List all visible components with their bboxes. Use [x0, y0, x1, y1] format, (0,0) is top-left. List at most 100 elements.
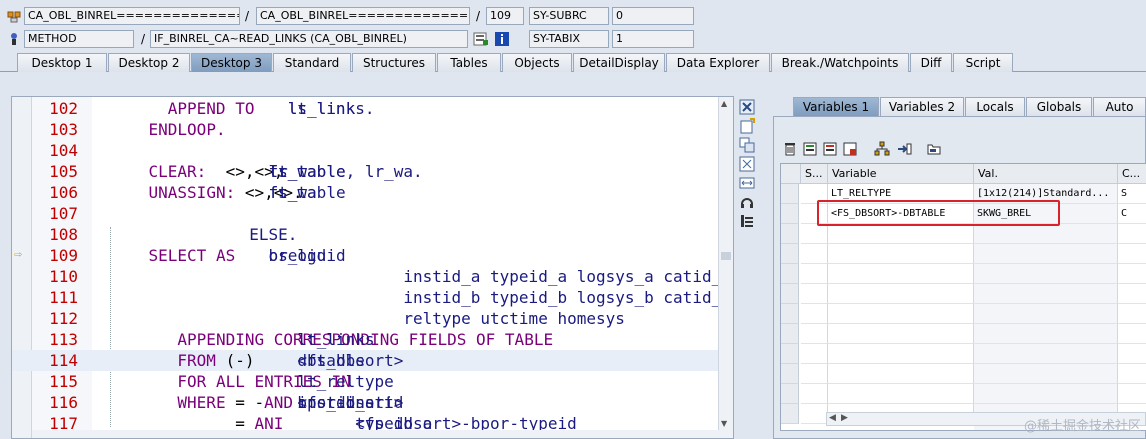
include-field[interactable]: CA_OBL_BINREL================= [256, 7, 470, 25]
tab-auto[interactable]: Auto [1093, 97, 1146, 116]
tab-globals[interactable]: Globals [1026, 97, 1092, 116]
sy-subrc-value[interactable]: 0 [612, 7, 694, 25]
hierarchy-icon[interactable] [874, 141, 890, 157]
row-selector[interactable] [781, 304, 799, 324]
scroll-up-icon[interactable]: ▲ [721, 99, 727, 108]
services-tool-icon[interactable] [739, 194, 755, 210]
extra-cell[interactable]: C [1118, 204, 1146, 224]
tab-objects[interactable]: Objects [502, 53, 572, 72]
swap-tool-icon[interactable] [739, 137, 755, 153]
variable-cell[interactable] [828, 364, 974, 384]
status-cell[interactable] [801, 304, 828, 324]
value-cell[interactable] [974, 224, 1118, 244]
value-cell[interactable] [974, 284, 1118, 304]
row-selector[interactable] [781, 184, 799, 204]
delete-icon[interactable] [782, 141, 798, 157]
row-selector[interactable] [781, 204, 799, 224]
status-cell[interactable] [801, 384, 828, 404]
code-line[interactable]: 113 APPENDING CORRESPONDING FIELDS OF TAB… [12, 329, 720, 350]
variable-cell[interactable] [828, 244, 974, 264]
scroll-down-icon[interactable]: ▼ [721, 419, 727, 428]
tab-variables-1[interactable]: Variables 1 [793, 97, 879, 116]
variable-cell[interactable] [828, 224, 974, 244]
extra-cell[interactable] [1118, 364, 1146, 384]
col-header-variable[interactable]: Variable [828, 164, 974, 184]
variable-cell[interactable] [828, 264, 974, 284]
new-tool-icon[interactable] [739, 118, 755, 134]
sy-tabix-value[interactable]: 1 [612, 30, 694, 48]
editor-vertical-scrollbar[interactable]: ▲ ▼ [718, 97, 733, 438]
resize-tool-icon[interactable] [739, 175, 755, 191]
row-selector[interactable] [781, 364, 799, 384]
tab-variables-2[interactable]: Variables 2 [880, 97, 964, 116]
col-header-status[interactable]: S... [801, 164, 828, 184]
row-selector[interactable] [781, 244, 799, 264]
row-selector[interactable] [781, 344, 799, 364]
code-line[interactable]: 108 ELSE. [12, 224, 720, 245]
col-header-value[interactable]: Val. [974, 164, 1118, 184]
extra-cell[interactable] [1118, 344, 1146, 364]
variable-cell[interactable] [828, 324, 974, 344]
block-type-field[interactable]: METHOD [24, 30, 134, 48]
extra-cell[interactable] [1118, 284, 1146, 304]
status-cell[interactable] [801, 264, 828, 284]
maximize-tool-icon[interactable] [739, 156, 755, 172]
row-selector[interactable] [781, 324, 799, 344]
value-cell[interactable] [974, 344, 1118, 364]
tab-diff[interactable]: Diff [910, 53, 952, 72]
tab-desktop-2[interactable]: Desktop 2 [108, 53, 190, 72]
info-icon[interactable] [494, 31, 510, 47]
code-line[interactable]: 103 ENDLOOP. [12, 119, 720, 140]
row-selector[interactable] [781, 384, 799, 404]
status-cell[interactable] [801, 344, 828, 364]
extra-cell[interactable] [1118, 264, 1146, 284]
tab-detail-display[interactable]: DetailDisplay [573, 53, 665, 72]
tab-structures[interactable]: Structures [352, 53, 436, 72]
status-cell[interactable] [801, 324, 828, 344]
method-name-field[interactable]: IF_BINREL_CA~READ_LINKS (CA_OBL_BINREL) [150, 30, 468, 48]
variable-cell[interactable] [828, 384, 974, 404]
code-line[interactable]: ⇨ 109 SELECT brelguid AS os_oid [12, 245, 720, 266]
status-cell[interactable] [801, 284, 828, 304]
value-cell[interactable] [974, 384, 1118, 404]
code-line[interactable]: 116 WHERE instid_a = <fs_dbsort> - bpor-ins… [12, 392, 720, 413]
folder-icon[interactable] [926, 141, 942, 157]
tab-desktop-1[interactable]: Desktop 1 [17, 53, 107, 72]
tab-script[interactable]: Script [953, 53, 1013, 72]
code-line[interactable]: 114 FROM (<fs_dbsort> - dbtable) [12, 350, 720, 371]
code-line[interactable]: 111 instid_b typeid_b logsys_b catid_b ar… [12, 287, 731, 308]
status-cell[interactable] [801, 244, 828, 264]
col-header-extra[interactable]: C... [1118, 164, 1146, 184]
code-line[interactable]: 105 CLEAR: < fs_wa >,< ft_table >, lr_table, l… [12, 161, 720, 182]
tab-tables[interactable]: Tables [437, 53, 501, 72]
code-line[interactable]: 106 UNASSIGN: < ft_table >,< fs_wa >. [12, 182, 720, 203]
source-code-editor[interactable]: 102 APPEND ls_link TO lt_links. 103 ENDLOOP… [11, 96, 734, 439]
tab-breakpoints[interactable]: Break./Watchpoints [771, 53, 909, 72]
tab-locals[interactable]: Locals [965, 97, 1025, 116]
close-tool-icon[interactable] [739, 99, 755, 115]
program-field[interactable]: CA_OBL_BINREL================= [24, 7, 240, 25]
line-number-field[interactable]: 109 [486, 7, 524, 25]
scroll-left-icon[interactable]: ◀ [829, 413, 836, 423]
editor-horizontal-scrollbar[interactable] [32, 430, 720, 438]
code-line[interactable]: 107 [12, 203, 720, 224]
code-line[interactable]: 115 FOR ALL ENTRIES IN lt_reltype [12, 371, 720, 392]
extra-cell[interactable]: S [1118, 184, 1146, 204]
value-cell[interactable] [974, 324, 1118, 344]
value-cell[interactable] [974, 244, 1118, 264]
tab-data-explorer[interactable]: Data Explorer [666, 53, 770, 72]
variable-cell[interactable] [828, 304, 974, 324]
variable-cell[interactable] [828, 344, 974, 364]
row-selector[interactable] [781, 224, 799, 244]
debug-tool-icon[interactable] [739, 213, 755, 229]
load-variables-icon[interactable] [802, 141, 818, 157]
code-line[interactable]: 102 APPEND ls_link TO lt_links. [12, 98, 720, 119]
status-cell[interactable] [801, 364, 828, 384]
navigate-icon[interactable] [896, 141, 912, 157]
extra-cell[interactable] [1118, 304, 1146, 324]
extra-cell[interactable] [1118, 324, 1146, 344]
save-variables-icon[interactable] [822, 141, 838, 157]
row-selector[interactable] [781, 264, 799, 284]
value-cell[interactable] [974, 264, 1118, 284]
display-object-icon[interactable] [473, 31, 489, 47]
